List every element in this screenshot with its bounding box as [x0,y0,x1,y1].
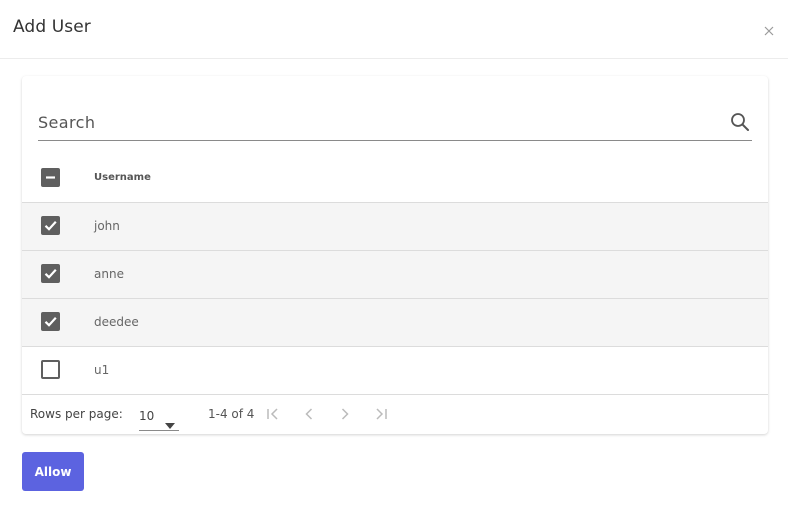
pagination-bar: Rows per page: 10 1-4 of 4 [22,396,768,434]
pagination-range: 1-4 of 4 [208,407,255,421]
next-page-icon[interactable] [336,405,354,423]
table-row[interactable]: anne [22,251,768,299]
username-cell: deedee [94,315,139,329]
caret-down-icon [165,414,175,429]
first-page-icon[interactable] [264,405,282,423]
column-header-username[interactable]: Username [94,172,151,183]
dialog-header: Add User [0,0,788,59]
allow-button[interactable]: Allow [22,452,84,491]
add-user-dialog: Add User Username [0,0,788,523]
username-cell: anne [94,267,124,281]
username-cell: u1 [94,363,110,377]
search-icon[interactable] [730,112,750,132]
select-all-checkbox[interactable] [41,168,60,187]
table-row[interactable]: john [22,203,768,251]
row-checkbox[interactable] [41,360,60,379]
table-row[interactable]: deedee [22,299,768,347]
search-field [38,104,752,141]
dialog-title: Add User [13,17,91,37]
user-table-card: Username john anne deedee u1 Rows per p [22,76,768,434]
username-cell: john [94,219,120,233]
close-icon[interactable] [762,23,776,37]
table-header-row: Username [22,155,768,203]
rows-per-page-label: Rows per page: [30,407,123,421]
table-row[interactable]: u1 [22,347,768,395]
search-input[interactable] [38,104,718,140]
previous-page-icon[interactable] [300,405,318,423]
last-page-icon[interactable] [372,405,390,423]
row-checkbox[interactable] [41,312,60,331]
rows-per-page-select[interactable]: 10 [139,403,179,431]
row-checkbox[interactable] [41,264,60,283]
rows-per-page-value: 10 [139,409,155,423]
row-checkbox[interactable] [41,216,60,235]
